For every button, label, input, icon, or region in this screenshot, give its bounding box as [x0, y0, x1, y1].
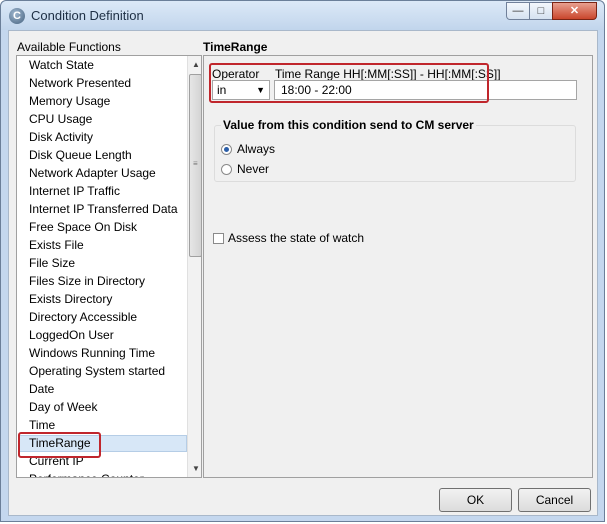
list-item[interactable]: Windows Running Time [19, 345, 187, 362]
available-functions-label: Available Functions [17, 40, 121, 54]
list-item[interactable]: Operating System started [19, 363, 187, 380]
operator-select[interactable]: in ▼ [212, 80, 270, 100]
operator-value: in [217, 83, 227, 97]
list-item[interactable]: Exists File [19, 237, 187, 254]
title-bar[interactable]: C Condition Definition — □ ✕ [1, 1, 604, 30]
list-item[interactable]: Internet IP Traffic [19, 183, 187, 200]
radio-checked-icon[interactable] [221, 144, 232, 155]
ok-button[interactable]: OK [439, 488, 512, 512]
list-item[interactable]: CPU Usage [19, 111, 187, 128]
list-item[interactable]: Network Adapter Usage [19, 165, 187, 182]
close-button[interactable]: ✕ [552, 2, 597, 20]
list-item-selected[interactable]: TimeRange [19, 435, 187, 452]
assess-state-label: Assess the state of watch [228, 231, 365, 245]
scroll-thumb[interactable]: ≡ [189, 74, 201, 257]
checkbox-icon[interactable] [213, 233, 224, 244]
radio-unchecked-icon[interactable] [221, 164, 232, 175]
list-scrollbar[interactable]: ▲ ≡ ▼ [187, 56, 201, 477]
list-item[interactable]: Exists Directory [19, 291, 187, 308]
list-item[interactable]: Network Presented [19, 75, 187, 92]
scroll-up-icon[interactable]: ▲ [188, 56, 201, 73]
group-title: Value from this condition send to CM ser… [221, 118, 476, 132]
dropdown-arrow-icon[interactable]: ▼ [256, 81, 265, 99]
timerange-input[interactable]: 18:00 - 22:00 [274, 80, 577, 100]
close-icon: ✕ [569, 5, 580, 17]
send-value-group: Value from this condition send to CM ser… [214, 118, 576, 182]
list-item[interactable]: Current IP [19, 453, 187, 470]
operator-label: Operator [212, 67, 260, 81]
timerange-label: Time Range HH[:MM[:SS]] - HH[:MM[:SS]] [275, 67, 501, 81]
list-item[interactable]: File Size [19, 255, 187, 272]
radio-never[interactable]: Never [221, 161, 269, 177]
radio-always-label: Always [237, 142, 276, 156]
app-icon: C [9, 8, 25, 24]
cancel-button[interactable]: Cancel [518, 488, 591, 512]
function-title: TimeRange [203, 40, 268, 54]
list-item[interactable]: Day of Week [19, 399, 187, 416]
maximize-icon: □ [537, 5, 545, 17]
list-item[interactable]: LoggedOn User [19, 327, 187, 344]
radio-never-label: Never [237, 162, 270, 176]
minimize-button[interactable]: — [506, 2, 530, 20]
list-item[interactable]: Internet IP Transferred Data [19, 201, 187, 218]
list-item[interactable]: Date [19, 381, 187, 398]
dialog-client-area: Available Functions Performance CounterC… [8, 30, 598, 516]
list-item[interactable]: Directory Accessible [19, 309, 187, 326]
list-item[interactable]: Free Space On Disk [19, 219, 187, 236]
available-functions-list[interactable]: Performance CounterCurrent IPTimeRangeTi… [16, 55, 202, 478]
radio-always[interactable]: Always [221, 141, 275, 157]
scroll-down-icon[interactable]: ▼ [188, 460, 201, 477]
list-item[interactable]: Disk Activity [19, 129, 187, 146]
minimize-icon: — [512, 5, 524, 17]
list-item[interactable]: Time [19, 417, 187, 434]
function-settings-panel: Operator in ▼ Time Range HH[:MM[:SS]] - … [203, 55, 593, 478]
grip-icon: ≡ [193, 159, 198, 168]
list-item[interactable]: Disk Queue Length [19, 147, 187, 164]
maximize-button[interactable]: □ [529, 2, 553, 20]
list-item[interactable]: Performance Counter [19, 471, 187, 477]
list-item[interactable]: Memory Usage [19, 93, 187, 110]
list-item[interactable]: Files Size in Directory [19, 273, 187, 290]
assess-state-checkbox[interactable]: Assess the state of watch [213, 230, 364, 246]
window-title: Condition Definition [31, 8, 144, 23]
list-item[interactable]: Watch State [19, 57, 187, 74]
condition-definition-window: C Condition Definition — □ ✕ Available F… [0, 0, 605, 522]
